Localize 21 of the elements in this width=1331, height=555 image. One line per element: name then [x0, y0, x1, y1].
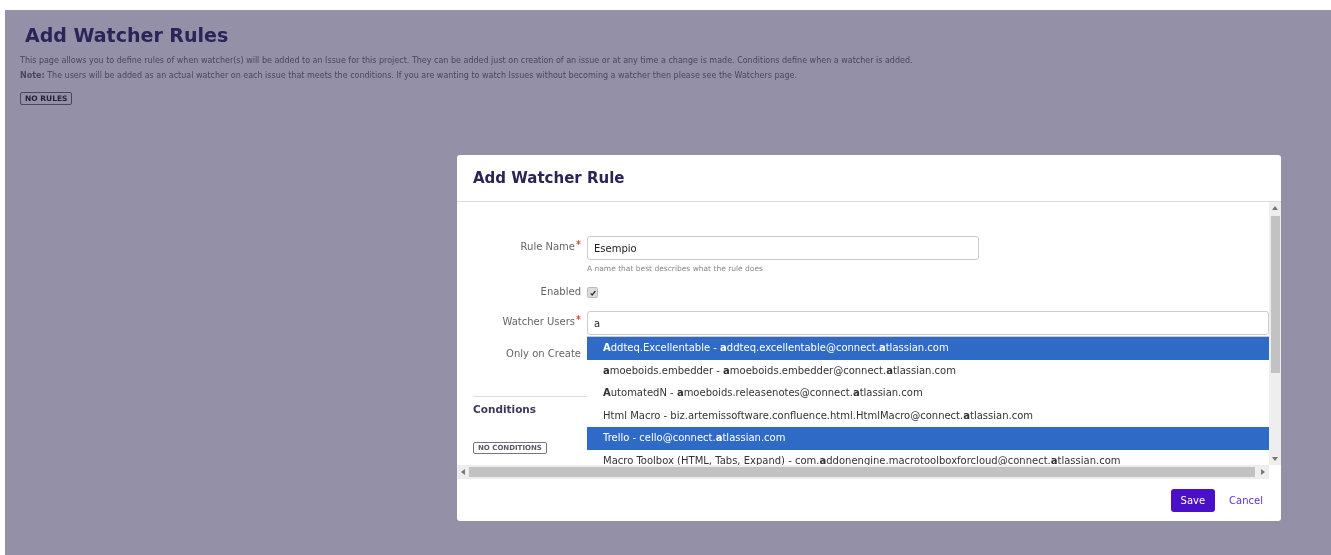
- page-description: This page allows you to define rules of when watcher(s) will be added to an Issue for this project. They can be added just on creation of an issue or at any time a change is made. Conditions define when a watcher is added.: [20, 56, 914, 65]
- checkbox[interactable]: [587, 287, 598, 298]
- scroll-down-arrow-icon[interactable]: [1272, 457, 1278, 461]
- scroll-right-arrow-icon[interactable]: [1261, 469, 1265, 475]
- save-button[interactable]: Save: [1170, 488, 1216, 512]
- scroll-left-arrow-icon[interactable]: [461, 469, 465, 475]
- field-label: Rule Name: [457, 236, 581, 258]
- dialog-title: Add Watcher Rule: [473, 169, 625, 187]
- field-label: Enabled: [539, 285, 581, 299]
- vertical-scrollbar[interactable]: [1269, 202, 1281, 465]
- field-label: Watcher Users: [457, 311, 581, 333]
- user-search-field[interactable]: a: [587, 311, 1269, 335]
- page-title: Add Watcher Rules: [25, 24, 230, 46]
- suggestion-option[interactable]: Trello - cello@connect.atlassian.com: [587, 427, 1269, 450]
- suggestion-option[interactable]: Addteq.Excellentable - addteq.excellentable@connect.atlassian.com: [587, 337, 1269, 360]
- horizontal-scrollbar[interactable]: [457, 465, 1269, 479]
- cancel-link[interactable]: Cancel: [1225, 488, 1267, 512]
- page-note: Note: The users will be added as an actual watcher on each issue that meets the conditions. If you are wanting to watch Issues without becoming a watcher then please see the Watchers page.: [20, 71, 798, 80]
- scroll-up-arrow-icon[interactable]: [1272, 206, 1278, 210]
- text-field[interactable]: Esempio: [587, 236, 979, 260]
- field-label: Only on Create: [505, 347, 581, 361]
